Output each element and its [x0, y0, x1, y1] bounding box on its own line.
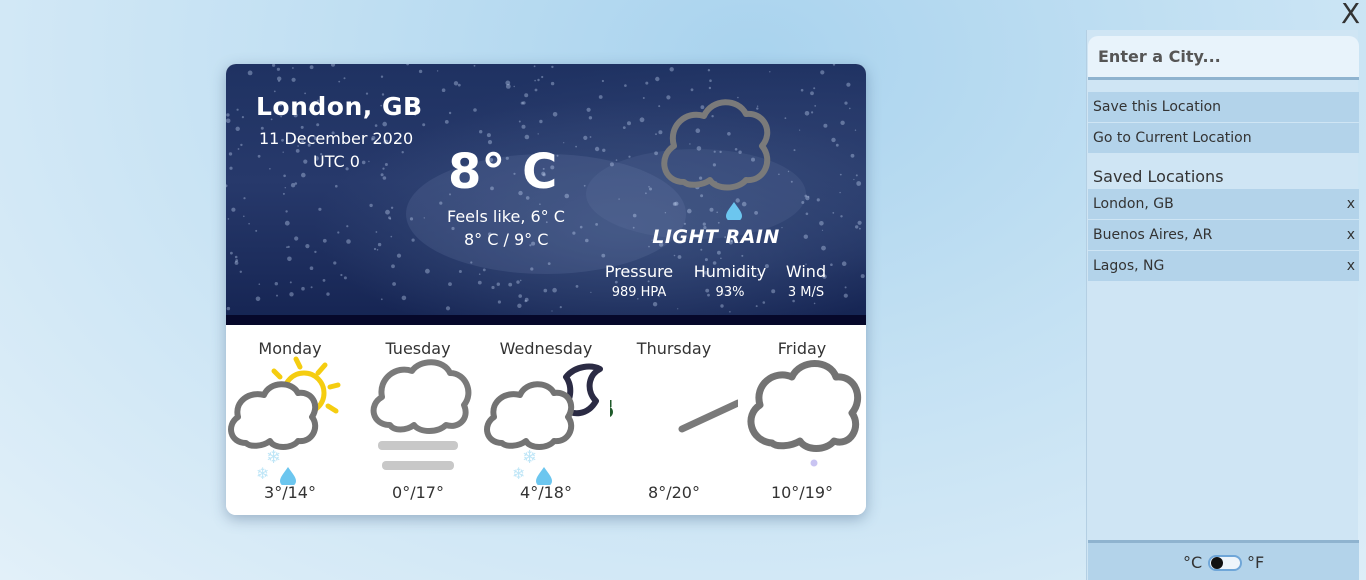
temp-range: 8° C / 9° C [464, 230, 549, 249]
forecast-day-tuesday: Tuesday 0°/17° [354, 325, 482, 515]
svg-text:❄: ❄ [512, 464, 525, 483]
wind-stat: Wind 3 M/S [784, 262, 828, 300]
save-location-button[interactable]: Save this Location [1088, 92, 1359, 122]
current-weather: London, GB 11 December 2020 UTC 0 8° C F… [226, 64, 866, 325]
saved-location-item[interactable]: Lagos, NG x [1088, 251, 1359, 281]
remove-location-button[interactable]: x [1347, 251, 1355, 281]
city-search-input[interactable] [1088, 36, 1359, 80]
forecast-temps: 4°/18° [520, 483, 572, 502]
cloudy-night-snow-rain-icon: ❄ ❄ [484, 363, 603, 485]
cloud-rain-icon [661, 99, 771, 220]
fog-icon [370, 359, 472, 470]
saved-location-name[interactable]: Buenos Aires, AR [1093, 227, 1212, 243]
windy-icon [610, 399, 738, 433]
feels-like: Feels like, 6° C [447, 207, 565, 226]
locations-panel: Save this Location Go to Current Locatio… [1086, 30, 1359, 580]
humidity-value: 93% [715, 285, 745, 300]
city-name: London, GB [256, 92, 423, 121]
forecast-row: Monday ❄ ❄ 3°/14° Tuesday 0°/17° Wednesd… [226, 325, 866, 515]
partly-sunny-snow-rain-icon: ❄ ❄ [228, 356, 341, 485]
weather-condition: LIGHT RAIN [652, 226, 780, 248]
utc-offset: UTC 0 [313, 152, 360, 171]
close-panel-button[interactable]: X [1341, 0, 1360, 30]
forecast-day-monday: Monday ❄ ❄ 3°/14° [226, 325, 354, 515]
saved-locations-title: Saved Locations [1093, 167, 1224, 186]
humidity-label: Humidity [693, 262, 767, 281]
forecast-day-friday: Friday 10°/19° [738, 325, 866, 515]
forecast-day-thursday: Thursday 8°/20° [610, 325, 738, 515]
current-temperature: 8° C [448, 144, 558, 200]
forecast-temps: 0°/17° [392, 483, 444, 502]
remove-location-button[interactable]: x [1347, 220, 1355, 250]
forecast-temps: 8°/20° [648, 483, 700, 502]
svg-text:❄: ❄ [256, 464, 269, 483]
fahrenheit-label: °F [1247, 553, 1265, 572]
unit-toggle-bar: °C °F [1088, 540, 1359, 580]
header-divider [226, 315, 866, 325]
toggle-knob[interactable] [1211, 557, 1223, 569]
forecast-day-wednesday: Wednesday ❄ ❄ 4°/18° [482, 325, 610, 515]
unit-toggle-switch[interactable] [1208, 555, 1242, 571]
wind-label: Wind [785, 262, 827, 281]
celsius-label: °C [1183, 553, 1203, 572]
saved-location-name[interactable]: Lagos, NG [1093, 258, 1164, 274]
weather-card: London, GB 11 December 2020 UTC 0 8° C F… [226, 64, 866, 515]
pressure-value: 989 HPA [611, 285, 667, 300]
pressure-stat: Pressure 989 HPA [604, 262, 674, 300]
cloud-icon [747, 360, 861, 467]
current-date: 11 December 2020 [259, 129, 414, 148]
forecast-temps: 3°/14° [264, 483, 316, 502]
remove-location-button[interactable]: x [1347, 189, 1355, 219]
wind-value: 3 M/S [787, 285, 825, 300]
go-current-location-button[interactable]: Go to Current Location [1088, 123, 1359, 153]
humidity-stat: Humidity 93% [693, 262, 767, 300]
pressure-label: Pressure [604, 262, 674, 281]
forecast-temps: 10°/19° [770, 483, 834, 502]
saved-location-name[interactable]: London, GB [1093, 196, 1174, 212]
saved-location-item[interactable]: Buenos Aires, AR x [1088, 220, 1359, 250]
saved-location-item[interactable]: London, GB x [1088, 189, 1359, 219]
